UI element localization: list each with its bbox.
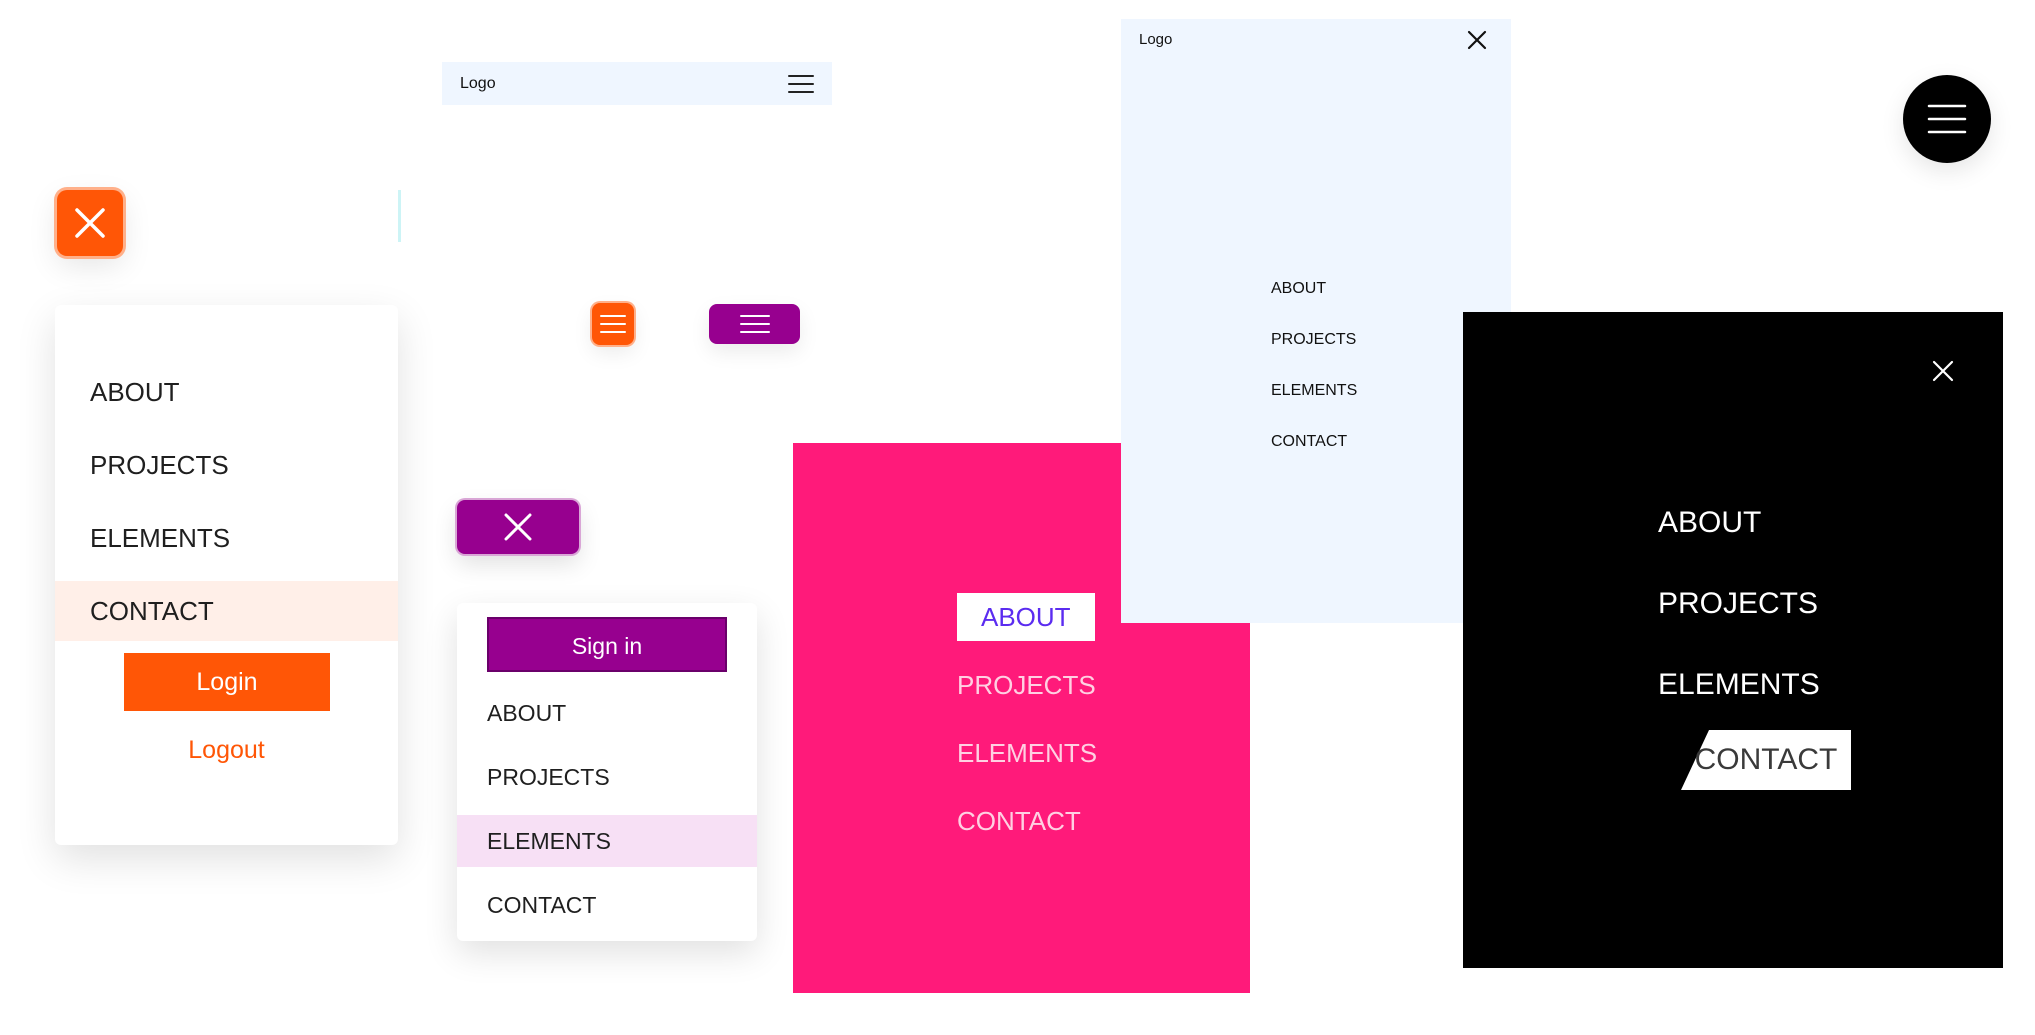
header-bar: Logo (442, 62, 832, 105)
pink-menu-item-contact[interactable]: CONTACT (957, 797, 1081, 845)
decorative-sliver (398, 190, 401, 242)
blue-drawer: Logo ABOUT PROJECTS ELEMENTS CONTACT (1121, 19, 1511, 623)
close-icon[interactable] (1932, 360, 1954, 382)
purple-menu-card: Sign in ABOUT PROJECTS ELEMENTS CONTACT (457, 603, 757, 941)
orange-menu-card: ABOUT PROJECTS ELEMENTS CONTACT Login Lo… (55, 305, 398, 845)
purple-close-button[interactable] (457, 500, 579, 554)
black-menu-item-contact[interactable]: CONTACT (1681, 730, 1851, 790)
orange-menu-item-about[interactable]: ABOUT (55, 362, 398, 422)
drawer-logo[interactable]: Logo (1139, 31, 1172, 48)
hamburger-icon (740, 315, 770, 333)
drawer-item-contact[interactable]: CONTACT (1271, 432, 1347, 452)
close-icon[interactable] (1467, 30, 1487, 50)
black-menu-item-projects[interactable]: PROJECTS (1658, 582, 1818, 626)
purple-menu-item-elements[interactable]: ELEMENTS (457, 815, 757, 867)
hamburger-icon (1927, 104, 1967, 134)
orange-close-button[interactable] (57, 190, 123, 256)
drawer-item-elements[interactable]: ELEMENTS (1271, 381, 1357, 401)
black-menu-item-about[interactable]: ABOUT (1658, 501, 1761, 545)
orange-menu-toggle[interactable] (592, 303, 634, 345)
pink-menu-item-projects[interactable]: PROJECTS (957, 661, 1096, 709)
sign-in-button[interactable]: Sign in (487, 617, 727, 672)
round-menu-toggle[interactable] (1903, 75, 1991, 163)
pink-menu-item-elements[interactable]: ELEMENTS (957, 729, 1097, 777)
header-logo[interactable]: Logo (460, 62, 496, 105)
purple-menu-toggle[interactable] (709, 304, 800, 344)
drawer-item-projects[interactable]: PROJECTS (1271, 330, 1356, 350)
orange-menu-item-elements[interactable]: ELEMENTS (55, 508, 398, 568)
orange-menu-item-contact[interactable]: CONTACT (55, 581, 398, 641)
black-menu-item-elements[interactable]: ELEMENTS (1658, 663, 1820, 707)
black-menu-overlay: ABOUT PROJECTS ELEMENTS CONTACT (1463, 312, 2003, 968)
hamburger-icon (600, 315, 626, 333)
orange-menu-item-projects[interactable]: PROJECTS (55, 435, 398, 495)
drawer-item-about[interactable]: ABOUT (1271, 279, 1326, 299)
login-button[interactable]: Login (124, 653, 330, 711)
close-icon (75, 208, 105, 238)
pink-menu-item-about[interactable]: ABOUT (957, 593, 1095, 641)
hamburger-icon[interactable] (788, 74, 814, 94)
logout-link[interactable]: Logout (55, 720, 398, 780)
purple-menu-item-projects[interactable]: PROJECTS (457, 751, 757, 803)
black-menu-item-contact-wrap[interactable]: CONTACT (1681, 730, 1851, 790)
close-icon (504, 513, 532, 541)
purple-menu-item-contact[interactable]: CONTACT (457, 879, 757, 931)
purple-menu-item-about[interactable]: ABOUT (457, 687, 757, 739)
